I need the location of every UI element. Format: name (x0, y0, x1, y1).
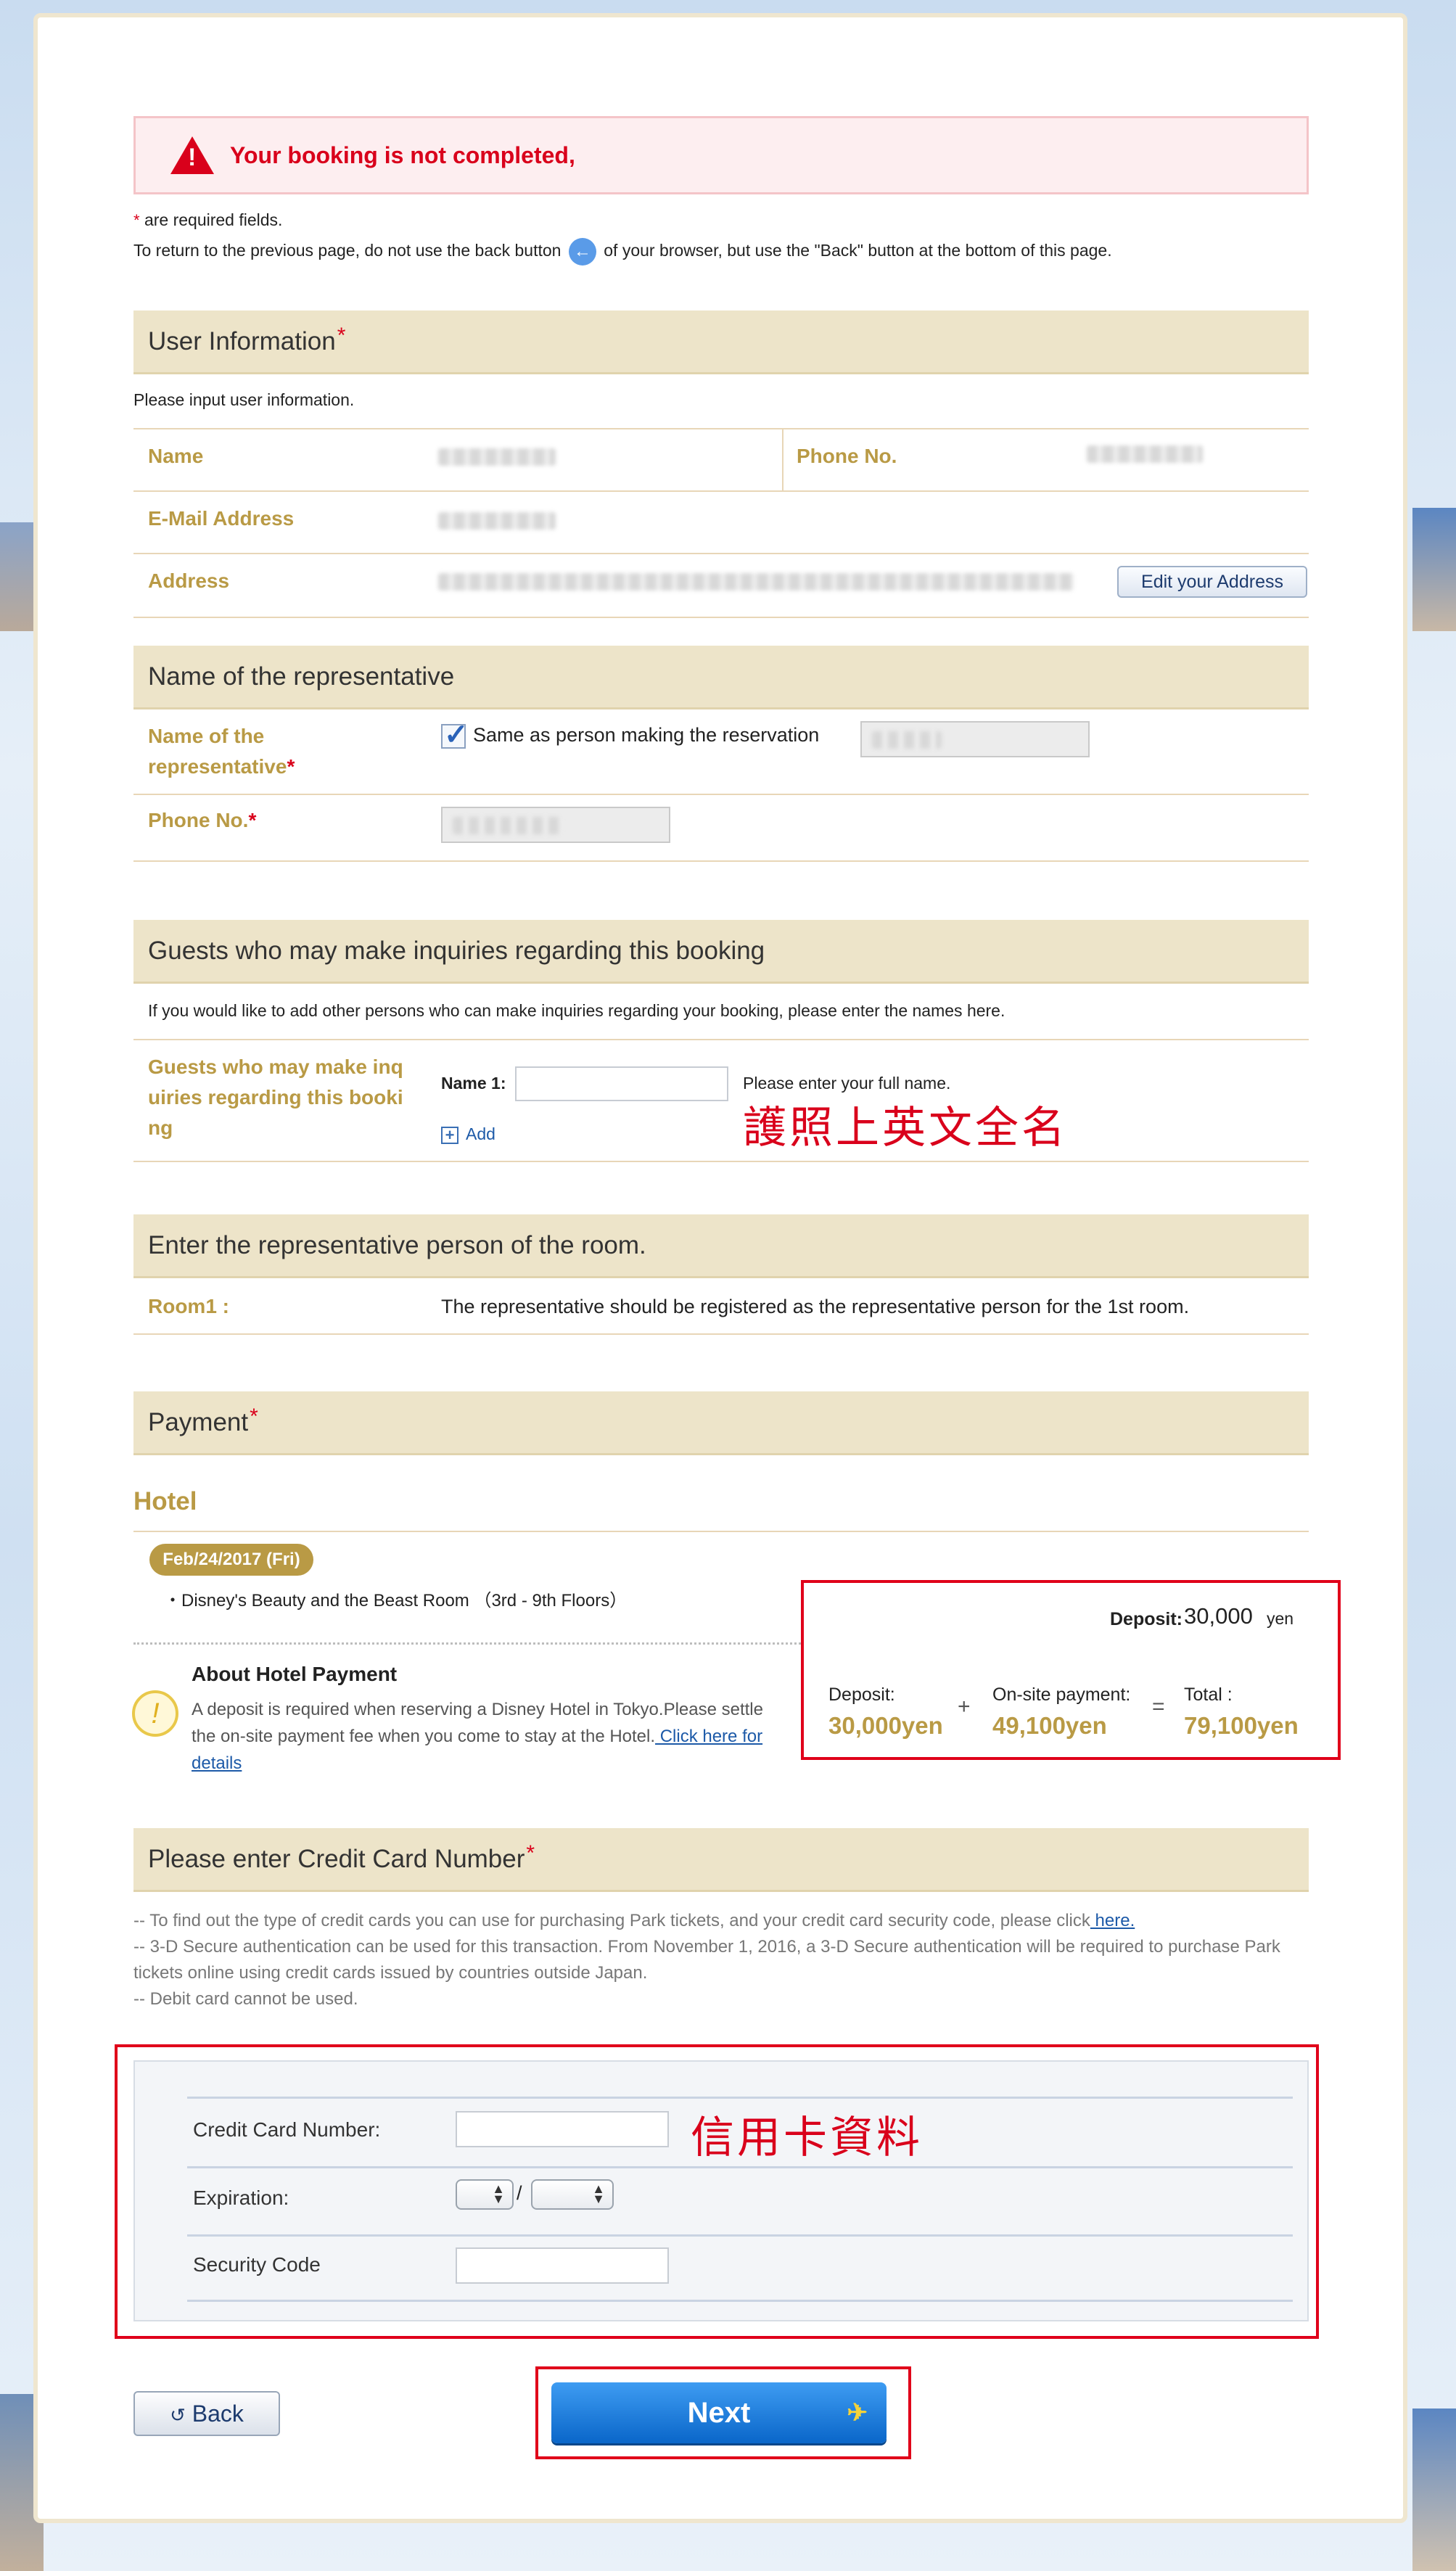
divider (133, 490, 1309, 492)
deposit-value: 30,000yen (828, 1712, 943, 1739)
security-code-label: Security Code (193, 2253, 321, 2276)
divider (133, 428, 1309, 429)
address-label: Address (148, 569, 230, 592)
phone-value-redacted (1087, 445, 1203, 463)
browser-back-icon: ← (568, 238, 596, 266)
email-value-redacted (438, 512, 556, 530)
name-value-redacted (438, 448, 556, 466)
representative-name-field (860, 721, 1090, 757)
divider (187, 2300, 1293, 2302)
name1-label: Name 1: (441, 1074, 506, 1093)
divider (133, 860, 1309, 862)
about-hotel-payment-body: A deposit is required when reserving a D… (192, 1700, 763, 1773)
expiration-label: Expiration: (193, 2187, 289, 2209)
back-arrow-icon: ↺ (170, 2404, 186, 2426)
credit-card-annotation: 信用卡資料 (691, 2113, 923, 2163)
guest-name1-input[interactable] (515, 1066, 728, 1101)
representative-phone-field (441, 807, 670, 843)
warning-icon: ! (170, 136, 214, 174)
required-star-icon: * (133, 211, 140, 229)
card-number-label: Credit Card Number: (193, 2118, 381, 2141)
add-guest-link[interactable]: + Add (441, 1124, 495, 1144)
credit-card-form: Credit Card Number: 信用卡資料 Expiration: ▲ ▼… (133, 2060, 1309, 2321)
representative-phone-label: Phone No.* (148, 809, 257, 831)
divider (133, 1531, 1309, 1532)
next-button[interactable]: Next ✈ (551, 2382, 887, 2443)
same-as-reservation-checkbox[interactable]: ✓ (441, 719, 469, 751)
divider (133, 1161, 1309, 1162)
divider (187, 2166, 1293, 2168)
divider (133, 794, 1309, 795)
name1-hint: Please enter your full name. (743, 1074, 951, 1093)
deposit-label: Deposit: (828, 1684, 895, 1705)
back-button[interactable]: ↺ Back (133, 2391, 280, 2436)
info-icon: ! (132, 1690, 178, 1737)
deposit-line-value: 30,000 (1184, 1603, 1253, 1629)
stay-date-badge: Feb/24/2017 (Fri) (149, 1544, 313, 1576)
expiration-slash: / (517, 2182, 522, 2204)
guests-label: Guests who may make inq uiries regarding… (148, 1056, 403, 1139)
edit-address-button[interactable]: Edit your Address (1117, 566, 1307, 598)
guests-intro: If you would like to add other persons w… (148, 1001, 1005, 1020)
credit-card-notes: -- To find out the type of credit cards … (133, 1911, 1280, 2009)
dotted-divider (133, 1642, 801, 1645)
total-label: Total : (1184, 1684, 1233, 1705)
deposit-line-label: Deposit: (1110, 1609, 1183, 1629)
room1-label: Room1 : (148, 1295, 229, 1317)
hotel-title: Hotel (133, 1487, 197, 1515)
divider (133, 553, 1309, 554)
card-number-input[interactable] (456, 2111, 669, 2147)
user-info-intro: Please input user information. (133, 390, 355, 409)
total-value: 79,100yen (1184, 1712, 1299, 1739)
plus-icon: + (441, 1126, 458, 1144)
user-information-heading: User Information * (133, 310, 1309, 374)
room-heading: Enter the representative person of the r… (133, 1214, 1309, 1278)
deposit-line-unit: yen (1267, 1609, 1294, 1628)
representative-name-label: Name of the representative* (148, 725, 295, 778)
divider (187, 2097, 1293, 2099)
room1-text: The representative should be registered … (441, 1296, 1190, 1317)
divider (133, 1039, 1309, 1040)
name-label: Name (148, 445, 204, 467)
error-message: Your booking is not completed, (230, 141, 575, 168)
same-as-reservation-text: Same as person making the reservation (473, 724, 820, 746)
email-label: E-Mail Address (148, 507, 295, 530)
expiration-year-select[interactable]: ▲ ▼ (531, 2179, 614, 2210)
representative-name-redacted (872, 731, 942, 749)
room-name: ・Disney's Beauty and the Beast Room （3rd… (164, 1591, 628, 1611)
payment-heading: Payment * (133, 1391, 1309, 1455)
column-divider (782, 429, 783, 490)
required-note: * are required fields. (133, 210, 283, 229)
about-hotel-payment-title: About Hotel Payment (192, 1663, 398, 1685)
back-note: To return to the previous page, do not u… (133, 238, 1112, 266)
security-code-input[interactable] (456, 2247, 669, 2284)
address-value-redacted (438, 573, 1074, 591)
equals-sign: = (1152, 1695, 1165, 1719)
divider (133, 617, 1309, 618)
representative-phone-redacted (453, 817, 562, 834)
airplane-icon: ✈ (847, 2399, 868, 2427)
error-banner: ! Your booking is not completed, (133, 116, 1309, 194)
onsite-label: On-site payment: (992, 1684, 1131, 1705)
expiration-month-select[interactable]: ▲ ▼ (456, 2179, 514, 2210)
castle-decoration-right (1412, 508, 1456, 631)
divider (187, 2234, 1293, 2237)
credit-card-heading: Please enter Credit Card Number * (133, 1828, 1309, 1892)
onsite-value: 49,100yen (992, 1712, 1107, 1739)
phone-label: Phone No. (797, 445, 897, 467)
representative-heading: Name of the representative (133, 646, 1309, 709)
card-types-link[interactable]: here. (1090, 1911, 1135, 1930)
castle-decoration-right-bottom (1412, 2408, 1456, 2571)
divider (133, 1333, 1309, 1335)
guests-heading: Guests who may make inquiries regarding … (133, 920, 1309, 984)
passport-name-annotation: 護照上英文全名 (743, 1103, 1068, 1153)
plus-sign: + (958, 1695, 971, 1719)
